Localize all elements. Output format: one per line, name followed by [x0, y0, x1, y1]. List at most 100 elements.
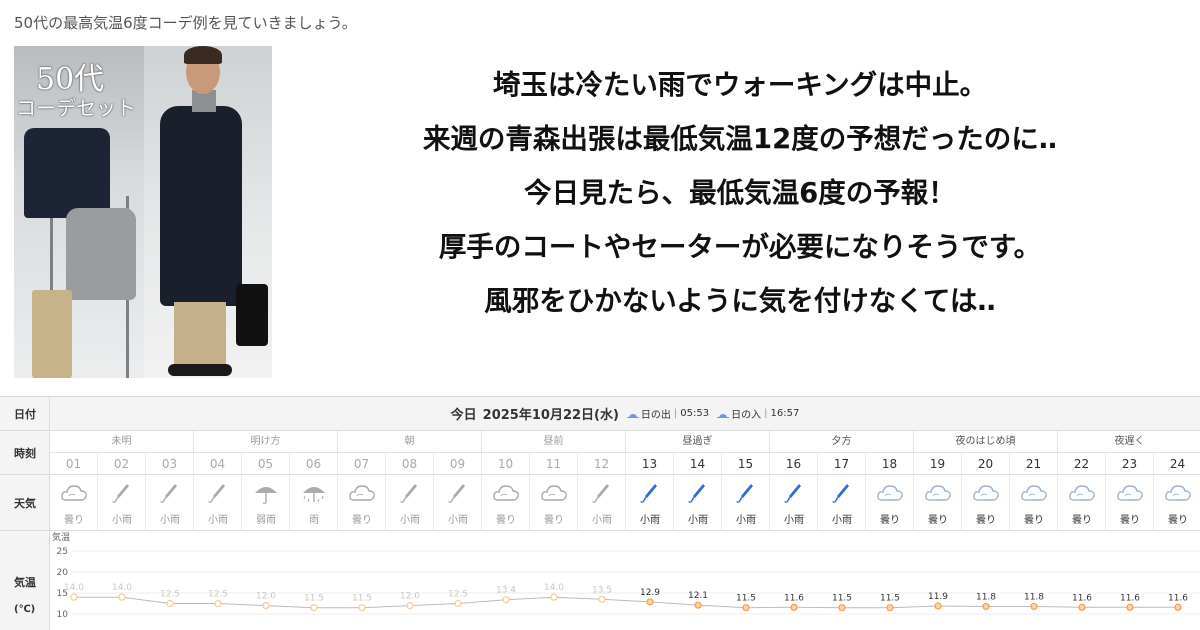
- weather-label: 曇り: [1168, 515, 1188, 526]
- photo-label-set: コーデセット: [16, 96, 136, 120]
- weather-label: 曇り: [928, 515, 948, 526]
- temperature-label: 11.6: [784, 593, 804, 603]
- grey-sweater: [66, 208, 136, 300]
- weather-cell: 曇り: [1010, 475, 1058, 531]
- message-line: 風邪をひかないように気を付けなくては‥: [484, 285, 996, 317]
- model-bag: [236, 284, 268, 346]
- umbrella-closed-icon: [832, 484, 849, 503]
- sunset-label: 日の入: [731, 410, 762, 421]
- hour-label: 22: [1058, 453, 1106, 475]
- message-line: 今日見たら、最低気温6度の予報！: [524, 177, 956, 209]
- temperature-point: [742, 604, 750, 612]
- weather-cell: 曇り: [1106, 475, 1154, 531]
- hour-label: 10: [482, 453, 530, 475]
- cloud-icon: [877, 485, 903, 501]
- temperature-point: [454, 599, 462, 608]
- article-caption: 50代の最高気温6度コーデ例を見ていきましょう。: [14, 14, 357, 32]
- message-line: 埼玉は冷たい雨でウォーキングは中止。: [492, 69, 988, 101]
- cloud-icon: [925, 485, 951, 501]
- temperature-label: 11.8: [1024, 592, 1044, 602]
- weather-label: 曇り: [496, 515, 516, 526]
- weather-cell: 小雨: [674, 475, 722, 531]
- umbrella-closed-icon: [160, 484, 177, 503]
- weather-cell: 曇り: [962, 475, 1010, 531]
- umbrella-closed-icon: [112, 484, 129, 503]
- temperature-label: 11.5: [832, 594, 852, 604]
- weather-cells: 曇り 小雨 小雨 小雨 弱雨 雨 曇り 小雨 小雨 曇り 曇り 小雨 小雨 小雨 小雨 小雨 小雨 曇り 曇り 曇り 曇…: [50, 475, 1200, 531]
- weather-label: 小雨: [688, 515, 708, 526]
- hour-label: 08: [386, 453, 434, 475]
- y-tick-label: 25: [57, 547, 68, 557]
- row-header-time: 時刻: [0, 431, 50, 475]
- weather-label: 弱雨: [256, 515, 276, 526]
- temperature-label: 12.9: [640, 588, 660, 598]
- weather-cell: 曇り: [866, 475, 914, 531]
- temperature-label: 11.6: [1072, 593, 1092, 603]
- weather-label: 小雨: [832, 515, 852, 526]
- weather-label: 曇り: [976, 515, 996, 526]
- period-label: 未明: [50, 431, 194, 453]
- model-hair: [184, 46, 222, 64]
- weather-label: 曇り: [352, 515, 372, 526]
- cloud-icon: [541, 485, 567, 501]
- beige-pants: [32, 290, 72, 378]
- date-row: 日付 今日 2025年10月22日(水) 日の出 | 05:53 日の入 | 1…: [0, 397, 1200, 431]
- weather-label: 曇り: [1072, 515, 1092, 526]
- hour-label: 09: [434, 453, 482, 475]
- weather-cell: 小雨: [98, 475, 146, 531]
- weather-label: 小雨: [160, 515, 180, 526]
- weather-label: 小雨: [400, 515, 420, 526]
- hour-label: 03: [146, 453, 194, 475]
- temperature-point: [838, 604, 846, 612]
- cloud-icon: [1117, 485, 1143, 501]
- period-label: 朝: [338, 431, 482, 453]
- hour-label: 15: [722, 453, 770, 475]
- hour-label: 01: [50, 453, 98, 475]
- period-label: 夕方: [770, 431, 914, 453]
- weather-label: 小雨: [640, 515, 660, 526]
- hour-label: 02: [98, 453, 146, 475]
- hour-label: 11: [530, 453, 578, 475]
- temperature-label: 12.5: [448, 590, 468, 600]
- weather-cell: 小雨: [770, 475, 818, 531]
- weather-cell: 小雨: [722, 475, 770, 531]
- temperature-label: 11.5: [880, 594, 900, 604]
- temperature-point: [646, 598, 654, 606]
- hour-label: 21: [1010, 453, 1058, 475]
- y-tick-label: 20: [57, 568, 69, 578]
- hour-label: 20: [962, 453, 1010, 475]
- weather-cell: 小雨: [146, 475, 194, 531]
- weather-row: 天気 曇り 小雨 小雨 小雨 弱雨雨曇り 小雨 小雨 曇り 曇り 小雨 小雨 小雨 小雨 小雨 小雨 曇り 曇り…: [0, 475, 1200, 531]
- temperature-label: 11.9: [928, 592, 948, 602]
- weather-cell: 曇り: [1058, 475, 1106, 531]
- hour-label: 17: [818, 453, 866, 475]
- weather-label: 小雨: [784, 515, 804, 526]
- weather-label: 曇り: [544, 515, 564, 526]
- weather-label: 曇り: [64, 515, 84, 526]
- umbrella-closed-icon: [208, 484, 225, 503]
- period-label: 昼過ぎ: [626, 431, 770, 453]
- sunset-info: 日の入 | 16:57: [717, 406, 799, 421]
- umbrella-closed-icon: [400, 484, 417, 503]
- umbrella-rain-icon: [303, 487, 325, 503]
- umbrella-closed-icon: [784, 484, 801, 503]
- sunrise-icon: [626, 409, 639, 418]
- temperature-label: 11.6: [1120, 593, 1140, 603]
- cloud-icon: [61, 485, 87, 501]
- temperature-label: 11.5: [352, 594, 372, 604]
- hour-label: 07: [338, 453, 386, 475]
- message-line: 厚手のコートやセーターが必要になりそうです。: [438, 231, 1042, 263]
- temperature-point: [1174, 603, 1182, 611]
- coordinate-photo: 50代 コーデセット: [14, 46, 272, 378]
- temperature-point: [694, 601, 702, 609]
- hour-label: 13: [626, 453, 674, 475]
- period-label: 夜のはじめ頃: [914, 431, 1058, 453]
- temperature-chart: 気温25201510514.014.012.512.512.011.511.51…: [52, 531, 1200, 620]
- cloud-icon: [1165, 485, 1191, 501]
- temperature-label: 12.5: [160, 590, 180, 600]
- hour-label: 18: [866, 453, 914, 475]
- temperature-point: [934, 602, 942, 610]
- weather-cell: 小雨: [818, 475, 866, 531]
- period-label: 夜遅く: [1058, 431, 1200, 453]
- hour-label: 19: [914, 453, 962, 475]
